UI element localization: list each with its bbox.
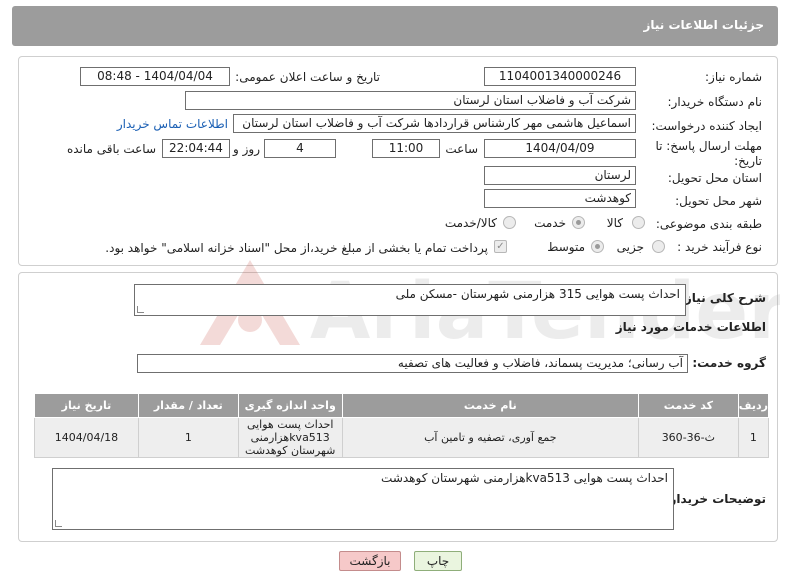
need-number-field: 1104001340000246	[484, 67, 636, 86]
resize-grip-icon[interactable]	[137, 306, 144, 313]
cell-service-code: ث-36-360	[637, 417, 739, 458]
days-label: روز و	[233, 142, 260, 156]
summary-textarea: احداث پست هوایی 315 هزارمنی شهرستان -مسک…	[134, 284, 686, 316]
process-radio-minor[interactable]	[652, 240, 665, 253]
category-option-service: خدمت	[534, 216, 566, 230]
payment-note: پرداخت تمام یا بخشی از مبلغ خرید،از محل …	[105, 241, 488, 255]
col-header-quantity: تعداد / مقدار	[137, 393, 239, 418]
buyer-org-label: نام دستگاه خریدار:	[667, 95, 763, 109]
page-header: جزئیات اطلاعات نیاز	[12, 6, 778, 46]
services-table: ردیف کد خدمت نام خدمت واحد اندازه گیری ت…	[34, 393, 770, 458]
province-label: استان محل تحویل:	[667, 171, 762, 185]
city-label: شهر محل تحویل:	[675, 194, 762, 208]
col-header-service-code: کد خدمت	[637, 393, 739, 418]
cell-quantity: 1	[137, 417, 239, 458]
col-header-row-number: ردیف	[737, 393, 770, 418]
services-heading: اطلاعات خدمات مورد نیاز	[615, 320, 766, 334]
process-label: نوع فرآیند خرید :	[677, 240, 762, 254]
cell-need-date: 1404/04/18	[34, 417, 139, 458]
resize-grip-icon[interactable]	[55, 520, 62, 527]
category-label: طبقه بندی موضوعی:	[655, 217, 762, 231]
need-number-label: شماره نیاز:	[705, 70, 762, 84]
treasury-checkbox[interactable]: ✓	[494, 240, 507, 253]
cell-row-number: 1	[737, 417, 770, 458]
cell-service-name: جمع آوری، تصفیه و تامین آب	[341, 417, 639, 458]
days-remaining-field: 4	[264, 139, 336, 158]
announce-label: تاریخ و ساعت اعلان عمومی:	[235, 70, 380, 84]
table-row: 1 ث-36-360 جمع آوری، تصفیه و تامین آب اح…	[34, 417, 770, 458]
deadline-time-label: ساعت	[445, 142, 478, 156]
buyer-notes-text: احداث پست هوایی kva513هزارمنی شهرستان کو…	[381, 471, 668, 485]
print-button[interactable]: چاپ	[414, 551, 462, 571]
page-title: جزئیات اطلاعات نیاز	[643, 18, 764, 32]
deadline-time-field: 11:00	[372, 139, 440, 158]
deadline-label: مهلت ارسال پاسخ: تا تاریخ:	[655, 139, 762, 168]
back-button[interactable]: بازگشت	[339, 551, 401, 571]
category-radio-goods[interactable]	[632, 216, 645, 229]
category-radio-service[interactable]	[572, 216, 585, 229]
col-header-unit: واحد اندازه گیری	[237, 393, 343, 418]
summary-text: احداث پست هوایی 315 هزارمنی شهرستان -مسک…	[395, 287, 680, 301]
process-radio-medium[interactable]	[591, 240, 604, 253]
table-header-row: ردیف کد خدمت نام خدمت واحد اندازه گیری ت…	[34, 393, 770, 418]
buyer-org-field: شرکت آب و فاضلاب استان لرستان	[185, 91, 636, 110]
service-group-field: آب رسانی؛ مدیریت پسماند، فاضلاب و فعالیت…	[137, 354, 688, 373]
col-header-service-name: نام خدمت	[341, 393, 639, 418]
creator-field: اسماعیل هاشمی مهر کارشناس قراردادها شرکت…	[233, 114, 636, 133]
service-group-label: گروه خدمت:	[692, 356, 766, 370]
announce-field: 1404/04/04 - 08:48	[80, 67, 230, 86]
buyer-notes-textarea: احداث پست هوایی kva513هزارمنی شهرستان کو…	[52, 468, 674, 530]
deadline-date-field: 1404/04/09	[484, 139, 636, 158]
cell-unit: احداث پست هوایی kva513هزارمنی شهرستان کو…	[237, 417, 343, 458]
summary-label: شرح کلی نیاز:	[680, 291, 766, 305]
category-radio-goods-service[interactable]	[503, 216, 516, 229]
process-option-minor: جزیی	[616, 240, 644, 254]
buyer-notes-label: توضیحات خریدار:	[664, 492, 766, 506]
remaining-time-label: ساعت باقی مانده	[66, 142, 156, 156]
category-option-goods-service: کالا/خدمت	[444, 216, 497, 230]
province-field: لرستان	[484, 166, 636, 185]
process-option-medium: متوسط	[547, 240, 585, 254]
category-option-goods: کالا	[606, 216, 623, 230]
city-field: کوهدشت	[484, 189, 636, 208]
buyer-contact-link[interactable]: اطلاعات تماس خریدار	[117, 117, 228, 131]
col-header-need-date: تاریخ نیاز	[34, 393, 139, 418]
remaining-time-field: 22:04:44	[162, 139, 230, 158]
creator-label: ایجاد کننده درخواست:	[651, 119, 762, 133]
